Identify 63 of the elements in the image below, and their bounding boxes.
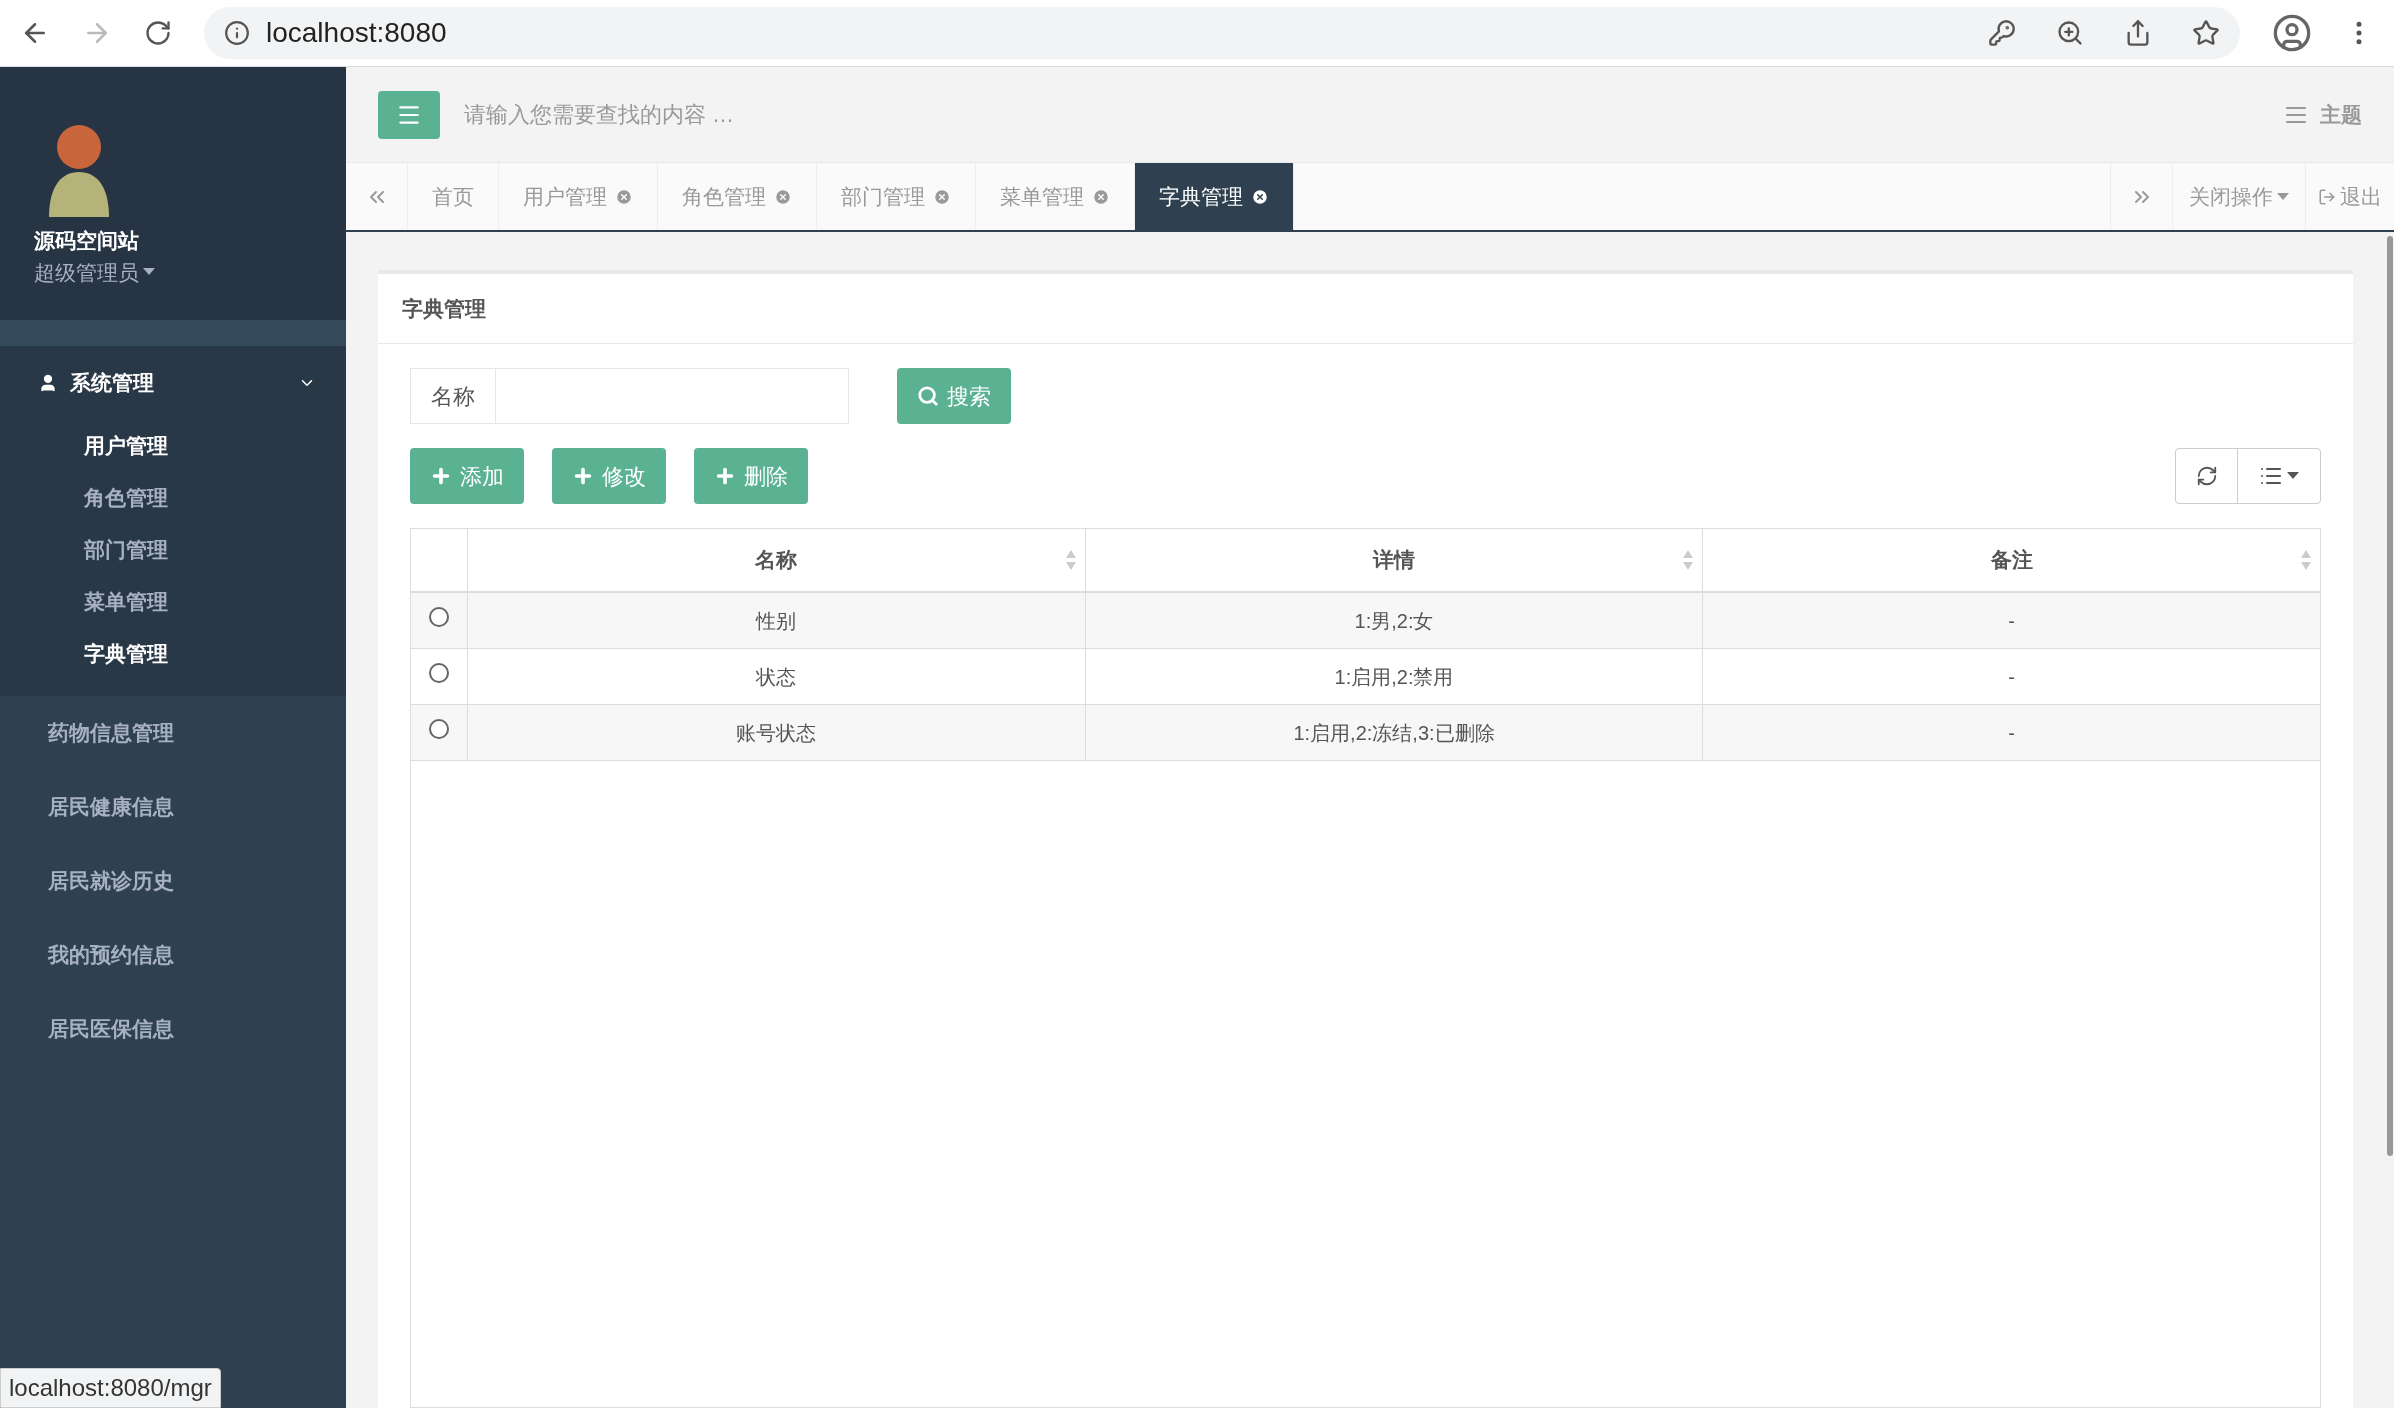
panel-title: 字典管理 [378,274,2353,344]
bookmark-star-icon[interactable] [2192,19,2220,47]
row-radio[interactable] [429,663,449,683]
action-button[interactable]: 删除 [694,448,808,504]
action-button[interactable]: 添加 [410,448,524,504]
sidebar-item[interactable]: 系统管理 [0,346,346,420]
caret-icon [143,268,155,277]
sidebar-item[interactable]: 居民健康信息 [0,770,346,844]
table-cell: 1:男,2:女 [1085,593,1704,648]
theme-link[interactable]: 主题 [2320,98,2362,131]
page-tab[interactable]: 角色管理 [658,163,817,230]
address-bar[interactable]: localhost:8080 [204,7,2240,59]
plus-icon [714,465,736,487]
table-cell-text: - [2007,720,2016,746]
profile-icon[interactable] [2272,13,2312,53]
sidebar-subitem[interactable]: 用户管理 [0,420,346,472]
menu-toggle-button[interactable] [378,90,440,139]
row-radio[interactable] [429,719,449,739]
logout-link[interactable]: 退出 [2305,163,2394,230]
sidebar-item[interactable]: 居民就诊历史 [0,844,346,918]
sidebar-subitem[interactable]: 字典管理 [0,628,346,680]
action-button[interactable]: 修改 [552,448,666,504]
table-cell-text: - [2007,608,2016,634]
zoom-icon[interactable] [2056,19,2084,47]
logout-icon [2318,187,2336,206]
caret-icon [2277,192,2289,201]
sidebar-item[interactable]: 居民医保信息 [0,992,346,1066]
table-cell-text: - [2007,664,2016,690]
page-tab[interactable]: 首页 [408,163,499,230]
search-icon [917,385,939,407]
plus-icon [430,465,452,487]
sidebar-item[interactable]: 我的预约信息 [0,918,346,992]
reload-icon[interactable] [144,19,172,47]
info-icon[interactable] [224,20,250,46]
close-icon[interactable] [1251,187,1269,206]
sidebar-subitem[interactable]: 部门管理 [0,524,346,576]
page-tab[interactable]: 用户管理 [499,163,658,230]
row-radio[interactable] [429,607,449,627]
status-url: localhost:8080/mgr [0,1368,221,1408]
user-name: 源码空间站 [34,228,140,254]
key-icon[interactable] [1988,19,2016,47]
close-operations-dropdown[interactable]: 关闭操作 [2172,163,2305,230]
table-cell: 1:启用,2:冻结,3:已删除 [1085,705,1704,760]
search-button[interactable]: 搜索 [897,368,1011,424]
sidebar-item[interactable]: 药物信息管理 [0,696,346,770]
sidebar-subitem[interactable]: 菜单管理 [0,576,346,628]
plus-icon [572,465,594,487]
table-cell: 状态 [468,649,1086,704]
page-tab[interactable]: 字典管理 [1135,163,1294,230]
user-role[interactable]: 超级管理员 [34,256,346,288]
table-cell: 性别 [468,593,1086,648]
refresh-icon [2195,465,2218,487]
column-header[interactable]: 详情 [1085,529,1704,591]
search-field[interactable]: 请输入您需要查找的内容 … [464,98,2284,131]
table-cell: 1:启用,2:禁用 [1085,649,1704,704]
sidebar-subitem[interactable]: 角色管理 [0,472,346,524]
url-text: localhost:8080 [266,16,447,50]
column-header[interactable]: 名称 [468,529,1086,591]
page-tab[interactable]: 部门管理 [817,163,976,230]
caret-icon [2287,472,2299,480]
user-icon [38,373,58,393]
table-cell: 账号状态 [468,705,1086,760]
column-header[interactable]: 备注 [1703,529,2320,591]
